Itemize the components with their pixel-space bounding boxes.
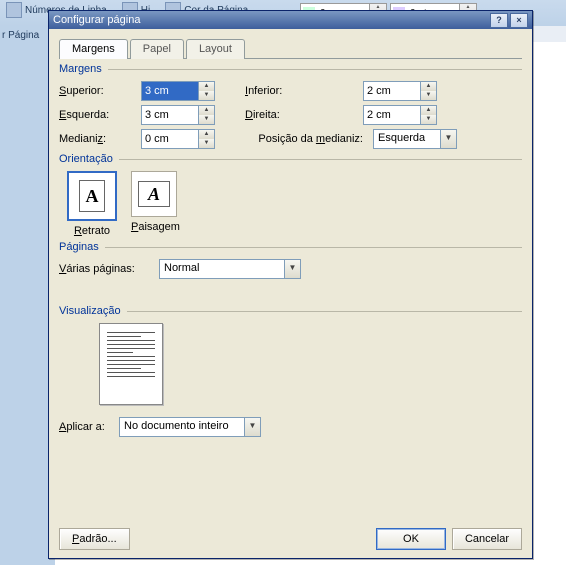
line-numbers-icon: [6, 2, 22, 18]
orientation-portrait[interactable]: A Retrato: [67, 171, 117, 237]
label-varias-paginas: Várias páginas:: [59, 263, 159, 275]
spinner[interactable]: ▲▼: [420, 106, 436, 124]
label-direita: Direita:: [215, 109, 363, 121]
spinner[interactable]: ▲▼: [198, 82, 214, 100]
chevron-down-icon[interactable]: ▼: [244, 418, 260, 436]
group-margens: Margens: [59, 63, 522, 75]
close-button[interactable]: ×: [510, 13, 528, 28]
tab-papel[interactable]: Papel: [130, 39, 184, 59]
page-preview: [99, 323, 163, 405]
combo-pos-medianiz[interactable]: Esquerda ▼: [373, 129, 457, 149]
label-superior: Superior:: [59, 85, 141, 97]
spinner[interactable]: ▲▼: [198, 106, 214, 124]
combo-varias-paginas[interactable]: Normal ▼: [159, 259, 301, 279]
tab-margens[interactable]: Margens: [59, 39, 128, 59]
cancel-button[interactable]: Cancelar: [452, 528, 522, 550]
help-button[interactable]: ?: [490, 13, 508, 28]
input-inferior[interactable]: ▲▼: [363, 81, 437, 101]
spinner[interactable]: ▲▼: [420, 82, 436, 100]
tab-divider: [59, 58, 522, 59]
input-superior[interactable]: ▲▼: [141, 81, 215, 101]
titlebar[interactable]: Configurar página ? ×: [49, 11, 532, 29]
label-medianiz: Medianiz:: [59, 133, 141, 145]
dialog-title: Configurar página: [53, 14, 488, 26]
tab-layout[interactable]: Layout: [186, 39, 245, 59]
group-paginas: Páginas: [59, 241, 522, 253]
input-direita[interactable]: ▲▼: [363, 105, 437, 125]
input-esquerda[interactable]: ▲▼: [141, 105, 215, 125]
orientation-landscape[interactable]: A Paisagem: [131, 171, 180, 237]
chevron-down-icon[interactable]: ▼: [284, 260, 300, 278]
label-inferior: Inferior:: [215, 85, 363, 97]
page-setup-dialog: Configurar página ? × Margens Papel Layo…: [48, 10, 533, 559]
input-medianiz[interactable]: ▲▼: [141, 129, 215, 149]
label-aplicar: Aplicar a:: [59, 421, 119, 433]
leftpane-label: r Página: [0, 26, 55, 45]
default-button[interactable]: Padrão...: [59, 528, 130, 550]
spinner[interactable]: ▲▼: [198, 130, 214, 148]
tabstrip: Margens Papel Layout: [59, 37, 522, 59]
ok-button[interactable]: OK: [376, 528, 446, 550]
group-visualizacao: Visualização: [59, 305, 522, 317]
combo-aplicar[interactable]: No documento inteiro ▼: [119, 417, 261, 437]
chevron-down-icon[interactable]: ▼: [440, 130, 456, 148]
group-orientacao: Orientação: [59, 153, 522, 165]
label-pos-medianiz: Posição da medianiz:: [215, 133, 373, 145]
label-esquerda: Esquerda:: [59, 109, 141, 121]
